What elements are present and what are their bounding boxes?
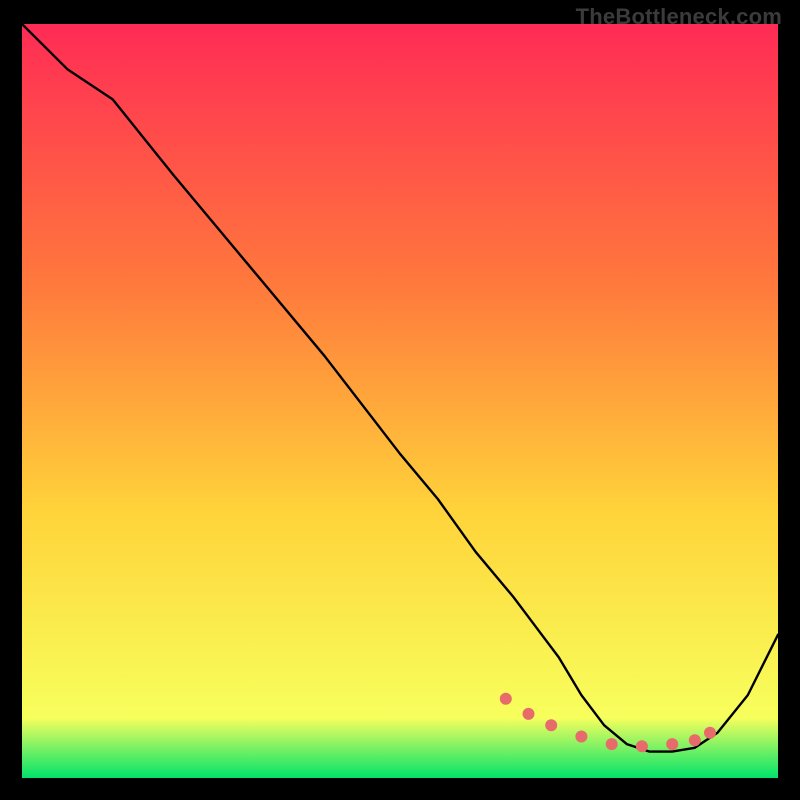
optimal-dot	[500, 693, 512, 705]
optimal-dot	[666, 738, 678, 750]
optimal-range-dots	[500, 693, 716, 753]
chart-frame: TheBottleneck.com	[0, 0, 800, 800]
optimal-dot	[704, 727, 716, 739]
optimal-dot	[606, 738, 618, 750]
optimal-dot	[523, 708, 535, 720]
bottleneck-curve	[22, 24, 778, 752]
optimal-dot	[575, 731, 587, 743]
plot-area	[22, 24, 778, 778]
plot-overlay	[22, 24, 778, 778]
watermark-text: TheBottleneck.com	[576, 4, 782, 30]
optimal-dot	[545, 719, 557, 731]
optimal-dot	[636, 740, 648, 752]
optimal-dot	[689, 734, 701, 746]
